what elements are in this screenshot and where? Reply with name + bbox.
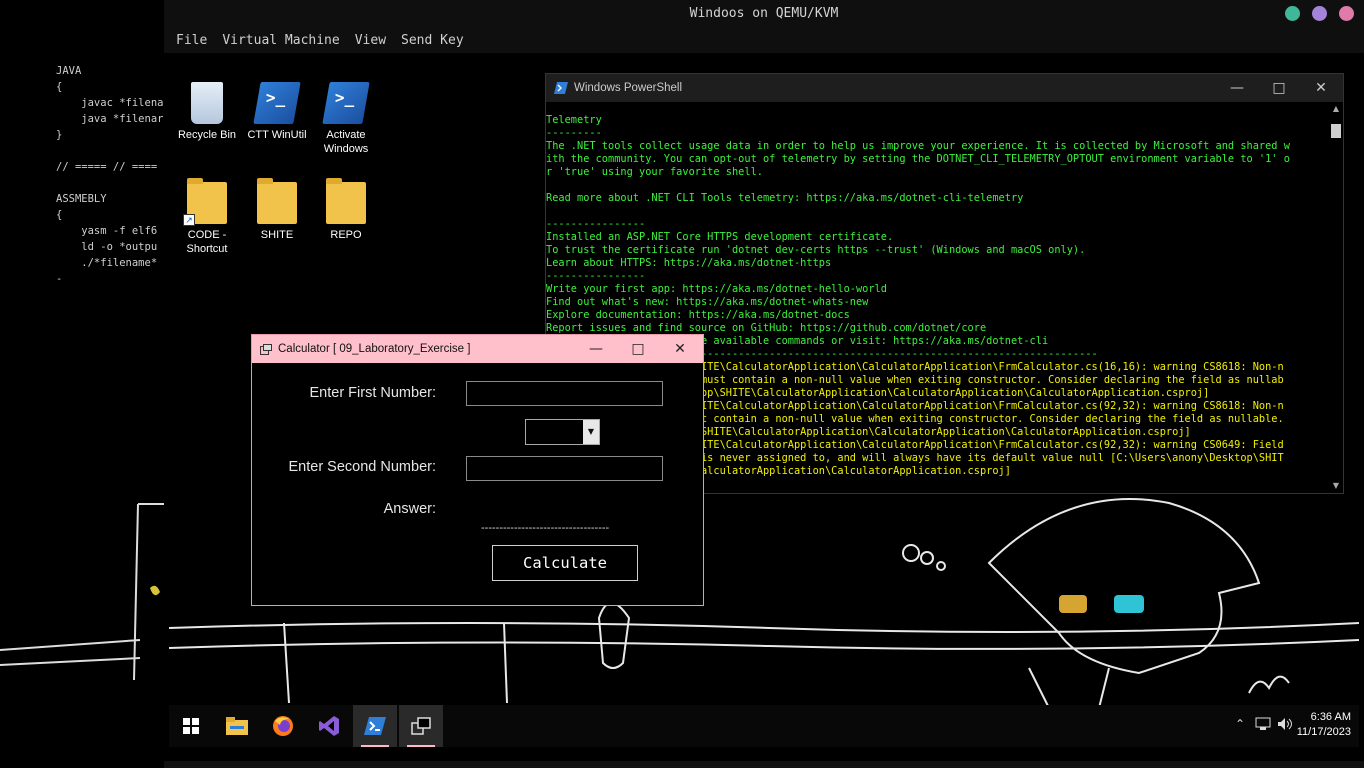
desktop-icon-label: REPO: [330, 229, 362, 241]
system-clock[interactable]: 6:36 AM 11/17/2023: [1295, 710, 1359, 740]
powershell-icon: [253, 82, 301, 124]
desktop-icon-recycle-bin[interactable]: Recycle Bin: [172, 82, 242, 142]
scrollbar-thumb[interactable]: [1331, 124, 1341, 138]
calculator-window[interactable]: Calculator [ 09_Laboratory_Exercise ] — …: [251, 334, 704, 606]
console-line: r 'true' using your favorite shell.: [546, 166, 763, 178]
qemu-titlebar: Windoos on QEMU/KVM: [164, 0, 1364, 27]
operator-select[interactable]: ▼: [525, 419, 600, 445]
firefox-icon: [273, 716, 293, 736]
qemu-minimize-button[interactable]: [1285, 6, 1300, 21]
answer-label: Answer:: [383, 501, 436, 517]
calculate-button[interactable]: Calculate: [492, 545, 638, 581]
desktop-icon-label: CODE - Shortcut: [186, 229, 228, 255]
console-line: Telemetry: [546, 114, 602, 126]
first-number-label: Enter First Number:: [309, 385, 437, 401]
menu-send-key[interactable]: Send Key: [401, 33, 464, 48]
folder-icon: ↗: [183, 178, 227, 226]
guest-desktop: Recycle Bin CTT WinUtil Activate Windows…: [169, 58, 1359, 761]
calculator-title: Calculator [ 09_Laboratory_Exercise ]: [278, 343, 471, 355]
console-line: Explore documentation: https://aka.ms/do…: [546, 309, 850, 321]
powershell-close-button[interactable]: ✕: [1300, 74, 1342, 102]
folder-icon: [257, 178, 297, 224]
network-icon[interactable]: [1255, 717, 1271, 731]
visual-studio-icon: [319, 716, 339, 736]
second-number-label: Enter Second Number:: [288, 459, 437, 475]
recycle-bin-icon: [191, 82, 223, 124]
desktop-icon-activate-windows[interactable]: Activate Windows: [311, 82, 381, 156]
console-line: Read more about .NET CLI Tools telemetry…: [546, 192, 1024, 204]
desktop-icon-label: CTT WinUtil: [247, 129, 307, 141]
host-text-editor: JAVA { javac *filena java *filenar } // …: [0, 0, 164, 768]
powershell-icon: [364, 717, 386, 735]
taskbar-visual-studio[interactable]: [307, 705, 351, 747]
console-line: Find out what's new: https://aka.ms/dotn…: [546, 296, 869, 308]
active-indicator: [361, 745, 389, 747]
shortcut-arrow-icon: ↗: [183, 214, 195, 226]
qemu-window: Windoos on QEMU/KVM File Virtual Machine…: [164, 0, 1364, 768]
desktop-icon-label: Activate Windows: [323, 129, 369, 155]
scroll-down-arrow-icon[interactable]: ▼: [1329, 479, 1343, 493]
powershell-icon: [322, 82, 370, 124]
console-line: Write your first app: https://aka.ms/dot…: [546, 283, 887, 295]
answer-value: -----------------------------------: [481, 522, 610, 534]
calculator-maximize-button[interactable]: □: [617, 335, 659, 363]
powershell-maximize-button[interactable]: □: [1258, 74, 1300, 102]
background-doodle-left: [0, 503, 164, 681]
taskbar-calculator-app[interactable]: [399, 705, 443, 747]
host-editor-text: JAVA { javac *filena java *filenar } // …: [56, 65, 164, 285]
scroll-up-arrow-icon[interactable]: ▲: [1329, 102, 1343, 116]
calculator-close-button[interactable]: ✕: [659, 335, 701, 363]
console-line: ---------: [546, 127, 602, 139]
chevron-up-icon[interactable]: ⌃: [1235, 717, 1245, 731]
console-line: Learn about HTTPS: https://aka.ms/dotnet…: [546, 257, 832, 269]
console-line: The .NET tools collect usage data in ord…: [546, 140, 1290, 152]
start-icon: [183, 718, 199, 734]
menu-virtual-machine[interactable]: Virtual Machine: [222, 33, 339, 48]
powershell-scrollbar[interactable]: ▲ ▼: [1329, 102, 1343, 493]
calculator-minimize-button[interactable]: —: [575, 335, 617, 363]
qemu-close-button[interactable]: [1339, 6, 1354, 21]
app-window-icon: [260, 343, 272, 355]
powershell-icon: [554, 82, 568, 94]
active-indicator: [407, 745, 435, 747]
taskbar-file-explorer[interactable]: [215, 705, 259, 747]
powershell-minimize-button[interactable]: —: [1216, 74, 1258, 102]
desktop-icon-label: Recycle Bin: [177, 129, 237, 141]
desktop-icon-repo[interactable]: REPO: [311, 178, 381, 242]
desktop-icon-shite[interactable]: SHITE: [242, 178, 312, 242]
folder-icon: [326, 178, 366, 224]
menu-view[interactable]: View: [355, 33, 386, 48]
start-button[interactable]: [169, 705, 213, 747]
second-number-input[interactable]: [466, 456, 663, 481]
powershell-titlebar[interactable]: Windows PowerShell — □ ✕: [546, 74, 1343, 102]
qemu-window-title: Windoos on QEMU/KVM: [689, 6, 839, 21]
chevron-down-icon[interactable]: ▼: [583, 420, 599, 444]
console-line: To trust the certificate run 'dotnet dev…: [546, 244, 1086, 256]
app-window-icon: [411, 717, 431, 735]
qemu-bottom-border: [164, 761, 1364, 768]
qemu-maximize-button[interactable]: [1312, 6, 1327, 21]
powershell-title: Windows PowerShell: [574, 82, 683, 94]
console-line: Installed an ASP.NET Core HTTPS developm…: [546, 231, 894, 243]
file-explorer-icon: [226, 717, 248, 735]
desktop-icon-ctt-winutil[interactable]: CTT WinUtil: [242, 82, 312, 142]
console-line: ----------------: [546, 218, 646, 230]
calculator-titlebar[interactable]: Calculator [ 09_Laboratory_Exercise ] — …: [252, 335, 703, 363]
taskbar-powershell[interactable]: [353, 705, 397, 747]
taskbar: ⌃ 6:36 AM 11/17/2023: [169, 705, 1359, 747]
console-line: ----------------: [546, 270, 646, 282]
first-number-input[interactable]: [466, 381, 663, 406]
clock-date: 11/17/2023: [1296, 726, 1351, 738]
menu-file[interactable]: File: [176, 33, 207, 48]
qemu-menubar: File Virtual Machine View Send Key: [164, 27, 1364, 53]
desktop-icon-code-shortcut[interactable]: ↗ CODE - Shortcut: [172, 178, 242, 256]
desktop-icon-label: SHITE: [260, 229, 294, 241]
console-line: ith the community. You can opt-out of te…: [546, 153, 1290, 165]
clock-time: 6:36 AM: [1310, 711, 1351, 723]
speaker-icon[interactable]: [1277, 717, 1293, 731]
taskbar-firefox[interactable]: [261, 705, 305, 747]
